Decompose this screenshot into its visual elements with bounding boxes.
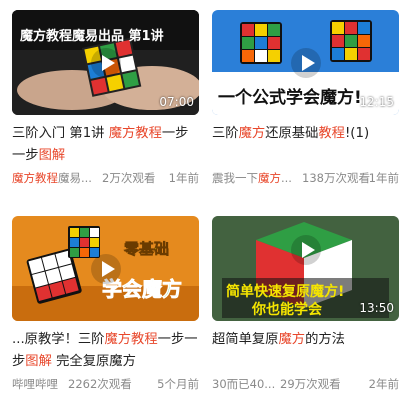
video-title[interactable]: 三阶入门 第1讲 魔方教程一步一步图解 (12, 123, 199, 167)
video-card[interactable]: 简单快速复原魔方! 你也能学会 13:50 超简单复原魔方的方法 30而已40.… (212, 216, 399, 392)
video-duration: 07:00 (159, 95, 194, 109)
highlight-text: 魔方 (238, 126, 266, 141)
thumbnail-caption: 简单快速复原魔方! (226, 283, 344, 300)
video-thumbnail[interactable]: 零基础 学会魔方 (12, 216, 199, 321)
video-thumbnail[interactable]: 简单快速复原魔方! 你也能学会 13:50 (212, 216, 399, 321)
video-source: 哔哩哔哩 (12, 376, 58, 392)
publish-time: 2年前 (368, 377, 399, 391)
video-source: 震我一下魔方... (212, 170, 292, 186)
video-meta: 30而已40... 29万次观看 2年前 (212, 376, 399, 392)
play-icon (290, 234, 321, 265)
video-duration: 13:50 (359, 301, 394, 315)
highlight-text: 图解 (25, 354, 52, 369)
video-meta: 魔方教程魔易... 2万次观看 1年前 (12, 170, 199, 186)
video-thumbnail[interactable]: 一个公式学会魔方! 12:15 (212, 10, 399, 115)
play-icon (90, 47, 121, 78)
text-segment: 震我一下 (212, 171, 258, 185)
video-source: 30而已40... (212, 376, 275, 392)
thumbnail-caption: 你也能学会 (251, 301, 323, 318)
text-segment: 超简单复原 (212, 332, 279, 347)
text-segment: ...原教学！三阶 (12, 332, 105, 347)
video-title[interactable]: 三阶魔方还原基础教程!(1) (212, 123, 399, 167)
highlight-text: 教程 (318, 126, 345, 141)
video-card[interactable]: 一个公式学会魔方! 12:15 三阶魔方还原基础教程!(1) 震我一下魔方...… (212, 10, 399, 186)
play-icon (290, 47, 321, 78)
publish-time: 1年前 (368, 171, 399, 185)
play-icon (90, 253, 121, 284)
thumbnail-caption: 魔方教程魔易出品 第1讲 (20, 28, 164, 44)
view-count: 138万次观看 (302, 171, 370, 185)
text-segment: 魔易... (58, 171, 92, 185)
view-count: 2万次观看 (102, 171, 156, 185)
highlight-text: 魔方教程 (104, 332, 158, 347)
video-title[interactable]: ...原教学！三阶魔方教程一步一步图解 完全复原魔方 (12, 329, 199, 373)
text-segment: 的方法 (305, 332, 345, 347)
view-count: 2262次观看 (68, 377, 132, 391)
highlight-text: 魔方 (278, 332, 306, 347)
text-segment: 哔哩哔哩 (12, 377, 58, 391)
video-card[interactable]: 魔方教程魔易出品 第1讲 07:00 三阶入门 第1讲 魔方教程一步一步图解 魔… (12, 10, 199, 186)
text-segment: 30而已40... (212, 377, 276, 391)
view-count: 29万次观看 (280, 377, 341, 391)
video-duration: 12:15 (359, 95, 394, 109)
video-source: 魔方教程魔易... (12, 170, 92, 186)
video-meta: 震我一下魔方... 138万次观看 1年前 (212, 170, 399, 186)
thumbnail-caption: 一个公式学会魔方! (218, 87, 362, 108)
video-title[interactable]: 超简单复原魔方的方法 (212, 329, 399, 373)
text-segment: 三阶 (212, 126, 239, 141)
text-segment: 三阶入门 第1讲 (12, 126, 109, 141)
highlight-text: 魔方教程 (108, 126, 162, 141)
publish-time: 5个月前 (157, 377, 199, 391)
text-segment: !(1) (344, 126, 370, 141)
publish-time: 1年前 (168, 171, 199, 185)
video-card[interactable]: 零基础 学会魔方 ...原教学！三阶魔方教程一步一步图解 完全复原魔方 哔哩哔哩… (12, 216, 199, 392)
highlight-text: 魔方教程 (12, 171, 58, 185)
highlight-text: 魔方 (258, 171, 281, 185)
text-segment: 完全复原魔方 (51, 354, 136, 369)
highlight-text: 图解 (38, 148, 66, 163)
video-meta: 哔哩哔哩 2262次观看 5个月前 (12, 376, 199, 392)
text-segment: ... (281, 171, 292, 185)
video-thumbnail[interactable]: 魔方教程魔易出品 第1讲 07:00 (12, 10, 199, 115)
text-segment: 还原基础 (265, 126, 319, 141)
thumbnail-caption: 零基础 (123, 240, 169, 258)
